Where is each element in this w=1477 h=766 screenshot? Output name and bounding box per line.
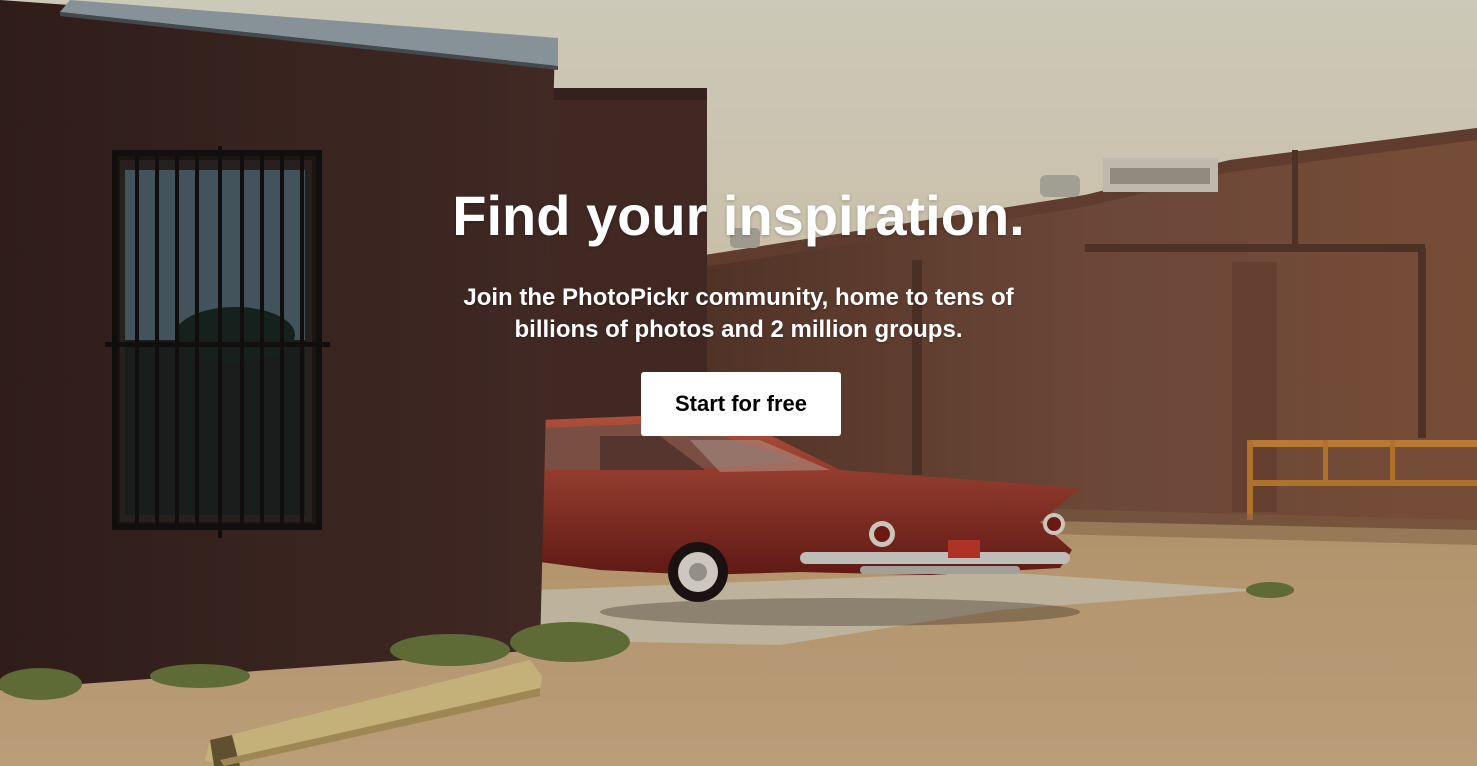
hero-headline: Find your inspiration. [452,184,1025,247]
hero-subheadline: Join the PhotoPickr community, home to t… [463,284,1014,343]
hero-section: Find your inspiration. Join the PhotoPic… [0,0,1477,766]
start-for-free-button[interactable]: Start for free [641,372,841,436]
